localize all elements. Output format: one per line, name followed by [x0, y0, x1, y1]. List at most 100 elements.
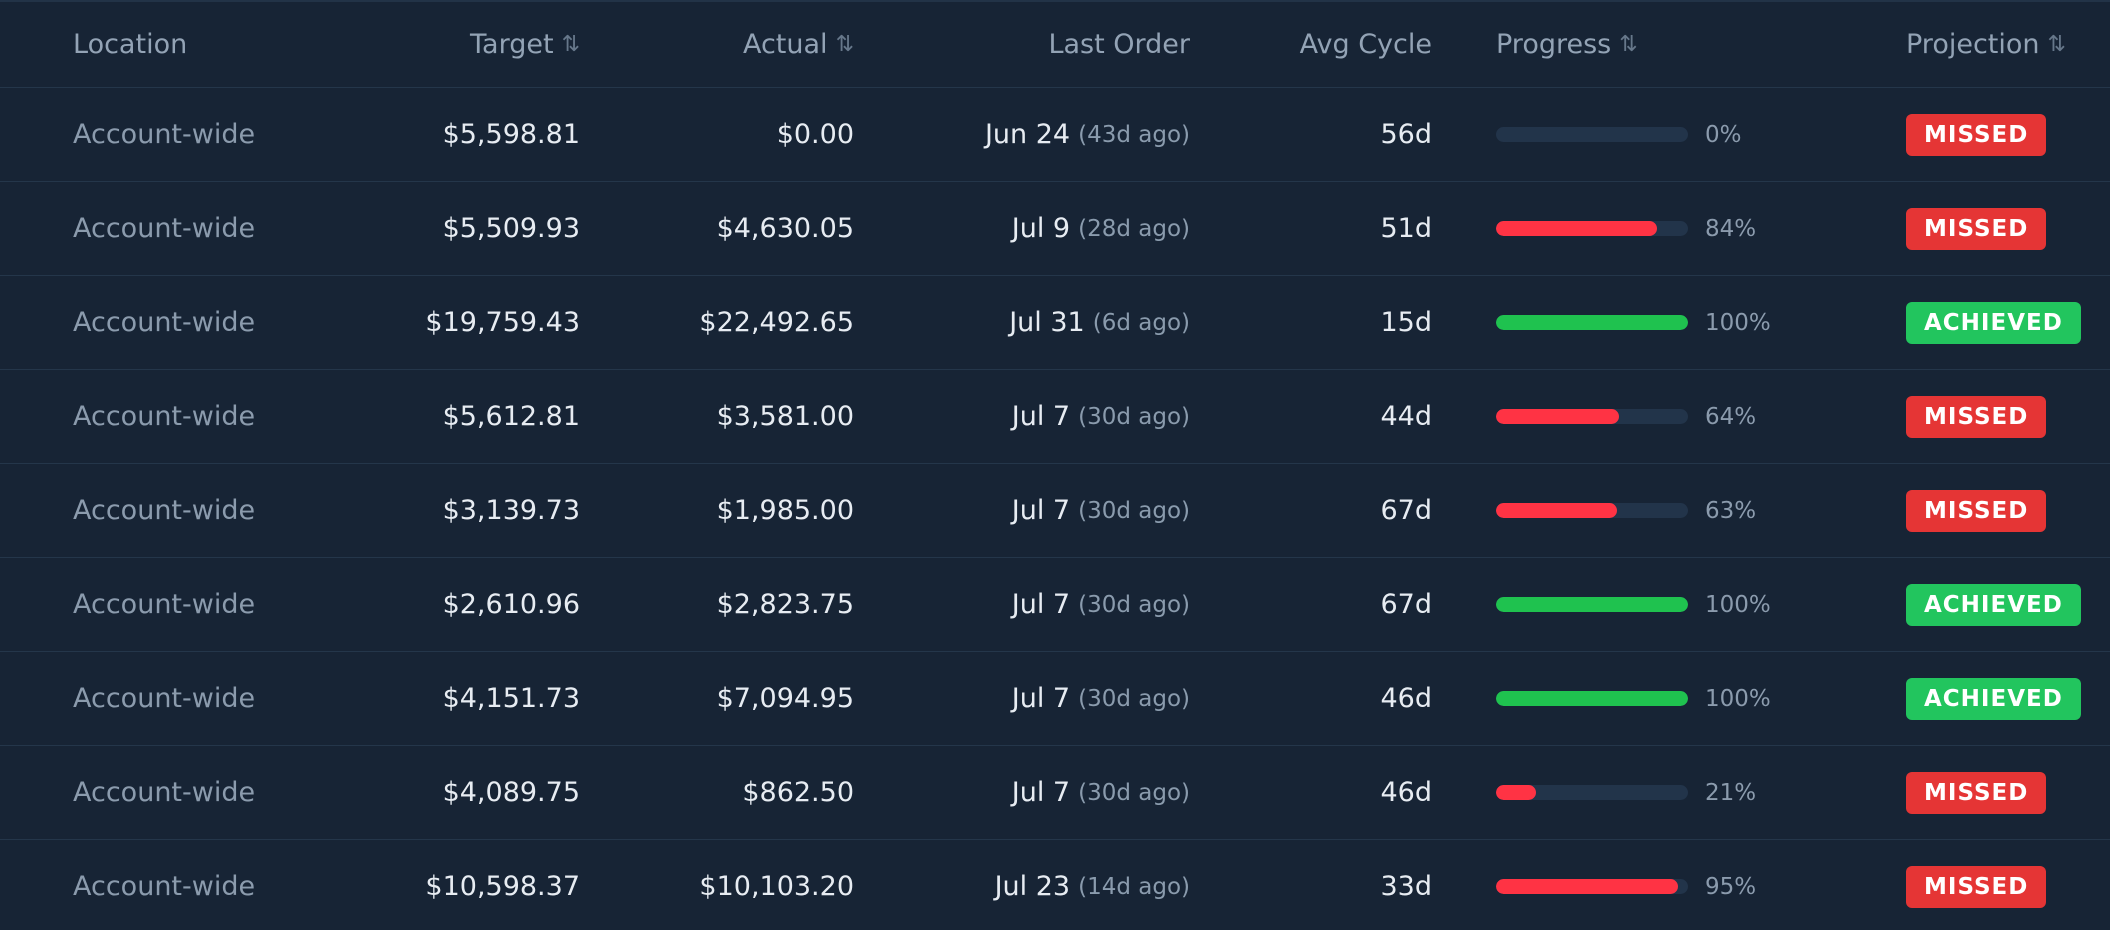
- target-value: $3,139.73: [442, 495, 580, 526]
- actual-value: $1,985.00: [716, 495, 854, 526]
- progress-bar-fill: [1496, 221, 1658, 236]
- progress-bar-fill: [1496, 785, 1537, 800]
- progress-percent: 0%: [1705, 121, 1742, 148]
- projection-cell: MISSED: [1906, 370, 2106, 463]
- progress-percent: 64%: [1705, 403, 1757, 430]
- avg-cycle-value: 46d: [1380, 683, 1433, 714]
- avg-cycle-cell: 15d: [1210, 276, 1433, 369]
- status-badge: MISSED: [1906, 865, 2047, 908]
- column-header-avg-cycle: Avg Cycle: [1210, 2, 1432, 87]
- actual-cell: $10,103.20: [610, 840, 854, 930]
- progress-percent: 84%: [1705, 215, 1757, 242]
- last-order-cell: Jul 23 (14d ago): [880, 840, 1190, 930]
- status-badge: ACHIEVED: [1906, 677, 2081, 720]
- progress-percent: 95%: [1705, 873, 1757, 900]
- location-text: Account-wide: [73, 119, 256, 150]
- actual-cell: $0.00: [610, 88, 854, 181]
- last-order-date: Jul 9: [1011, 213, 1071, 244]
- column-header-last-order: Last Order: [880, 2, 1190, 87]
- avg-cycle-cell: 46d: [1210, 746, 1433, 839]
- progress-bar: [1496, 691, 1688, 706]
- sort-icon[interactable]: ⇅: [1619, 32, 1637, 57]
- actual-value: $4,630.05: [716, 213, 854, 244]
- sort-icon[interactable]: ⇅: [836, 32, 854, 57]
- last-order-date: Jul 7: [1011, 589, 1071, 620]
- progress-bar: [1496, 597, 1688, 612]
- progress-bar-fill: [1496, 503, 1617, 518]
- status-badge: MISSED: [1906, 207, 2047, 250]
- column-header-progress[interactable]: Progress ⇅: [1496, 2, 1826, 87]
- column-header-avg-cycle-label: Avg Cycle: [1299, 29, 1432, 60]
- avg-cycle-value: 51d: [1380, 213, 1433, 244]
- table-row[interactable]: Account-wide $4,089.75 $862.50 Jul 7 (30d…: [0, 746, 2110, 840]
- sort-icon[interactable]: ⇅: [2048, 32, 2066, 57]
- target-value: $5,509.93: [442, 213, 580, 244]
- column-header-projection[interactable]: Projection ⇅: [1906, 2, 2106, 87]
- progress-cell: 95%: [1496, 840, 1826, 930]
- column-header-target[interactable]: Target ⇅: [330, 2, 580, 87]
- last-order-cell: Jun 24 (43d ago): [880, 88, 1190, 181]
- target-cell: $5,598.81: [330, 88, 580, 181]
- projection-cell: MISSED: [1906, 840, 2106, 930]
- table-row[interactable]: Account-wide $19,759.43 $22,492.65 Jul 3…: [0, 276, 2110, 370]
- avg-cycle-cell: 56d: [1210, 88, 1433, 181]
- actual-value: $22,492.65: [699, 307, 854, 338]
- last-order-date: Jul 31: [1009, 307, 1085, 338]
- progress-percent: 100%: [1705, 685, 1771, 712]
- progress-cell: 84%: [1496, 182, 1826, 275]
- last-order-ago: (30d ago): [1078, 685, 1190, 712]
- last-order-ago: (6d ago): [1092, 309, 1190, 336]
- table-row[interactable]: Account-wide $5,598.81 $0.00 Jun 24 (43d …: [0, 88, 2110, 182]
- column-header-target-label: Target: [470, 29, 554, 60]
- target-value: $5,598.81: [442, 119, 580, 150]
- avg-cycle-cell: 51d: [1210, 182, 1433, 275]
- avg-cycle-value: 67d: [1380, 589, 1433, 620]
- last-order-date: Jul 7: [1011, 401, 1071, 432]
- actual-value: $10,103.20: [699, 871, 854, 902]
- last-order-cell: Jul 7 (30d ago): [880, 464, 1190, 557]
- progress-bar-fill: [1496, 315, 1688, 330]
- column-header-actual[interactable]: Actual ⇅: [610, 2, 854, 87]
- last-order-ago: (30d ago): [1078, 591, 1190, 618]
- progress-percent: 100%: [1705, 309, 1771, 336]
- table-row[interactable]: Account-wide $5,509.93 $4,630.05 Jul 9 (2…: [0, 182, 2110, 276]
- column-header-projection-label: Projection: [1906, 29, 2040, 60]
- location-text: Account-wide: [73, 213, 256, 244]
- target-cell: $4,151.73: [330, 652, 580, 745]
- table-row[interactable]: Account-wide $10,598.37 $10,103.20 Jul 2…: [0, 840, 2110, 930]
- status-badge: MISSED: [1906, 771, 2047, 814]
- actual-cell: $3,581.00: [610, 370, 854, 463]
- column-header-location-label: Location: [73, 29, 188, 60]
- table-row[interactable]: Account-wide $4,151.73 $7,094.95 Jul 7 (3…: [0, 652, 2110, 746]
- table-row[interactable]: Account-wide $5,612.81 $3,581.00 Jul 7 (3…: [0, 370, 2110, 464]
- column-header-progress-label: Progress: [1496, 29, 1612, 60]
- actual-cell: $4,630.05: [610, 182, 854, 275]
- progress-bar: [1496, 409, 1688, 424]
- progress-bar: [1496, 785, 1688, 800]
- last-order-ago: (28d ago): [1078, 215, 1190, 242]
- status-badge: ACHIEVED: [1906, 301, 2081, 344]
- progress-bar: [1496, 503, 1688, 518]
- status-badge: ACHIEVED: [1906, 583, 2081, 626]
- last-order-ago: (30d ago): [1078, 403, 1190, 430]
- status-badge: MISSED: [1906, 113, 2047, 156]
- last-order-date: Jul 7: [1011, 777, 1071, 808]
- table-row[interactable]: Account-wide $3,139.73 $1,985.00 Jul 7 (3…: [0, 464, 2110, 558]
- actual-value: $2,823.75: [716, 589, 854, 620]
- progress-cell: 100%: [1496, 652, 1826, 745]
- projection-cell: MISSED: [1906, 88, 2106, 181]
- projection-cell: MISSED: [1906, 182, 2106, 275]
- target-cell: $5,612.81: [330, 370, 580, 463]
- actual-cell: $22,492.65: [610, 276, 854, 369]
- status-badge: MISSED: [1906, 395, 2047, 438]
- avg-cycle-value: 33d: [1380, 871, 1433, 902]
- last-order-ago: (30d ago): [1078, 497, 1190, 524]
- progress-cell: 100%: [1496, 558, 1826, 651]
- location-text: Account-wide: [73, 871, 256, 902]
- progress-bar-fill: [1496, 597, 1688, 612]
- avg-cycle-value: 67d: [1380, 495, 1433, 526]
- sort-icon[interactable]: ⇅: [562, 32, 580, 57]
- last-order-ago: (14d ago): [1078, 873, 1190, 900]
- avg-cycle-cell: 33d: [1210, 840, 1433, 930]
- table-row[interactable]: Account-wide $2,610.96 $2,823.75 Jul 7 (3…: [0, 558, 2110, 652]
